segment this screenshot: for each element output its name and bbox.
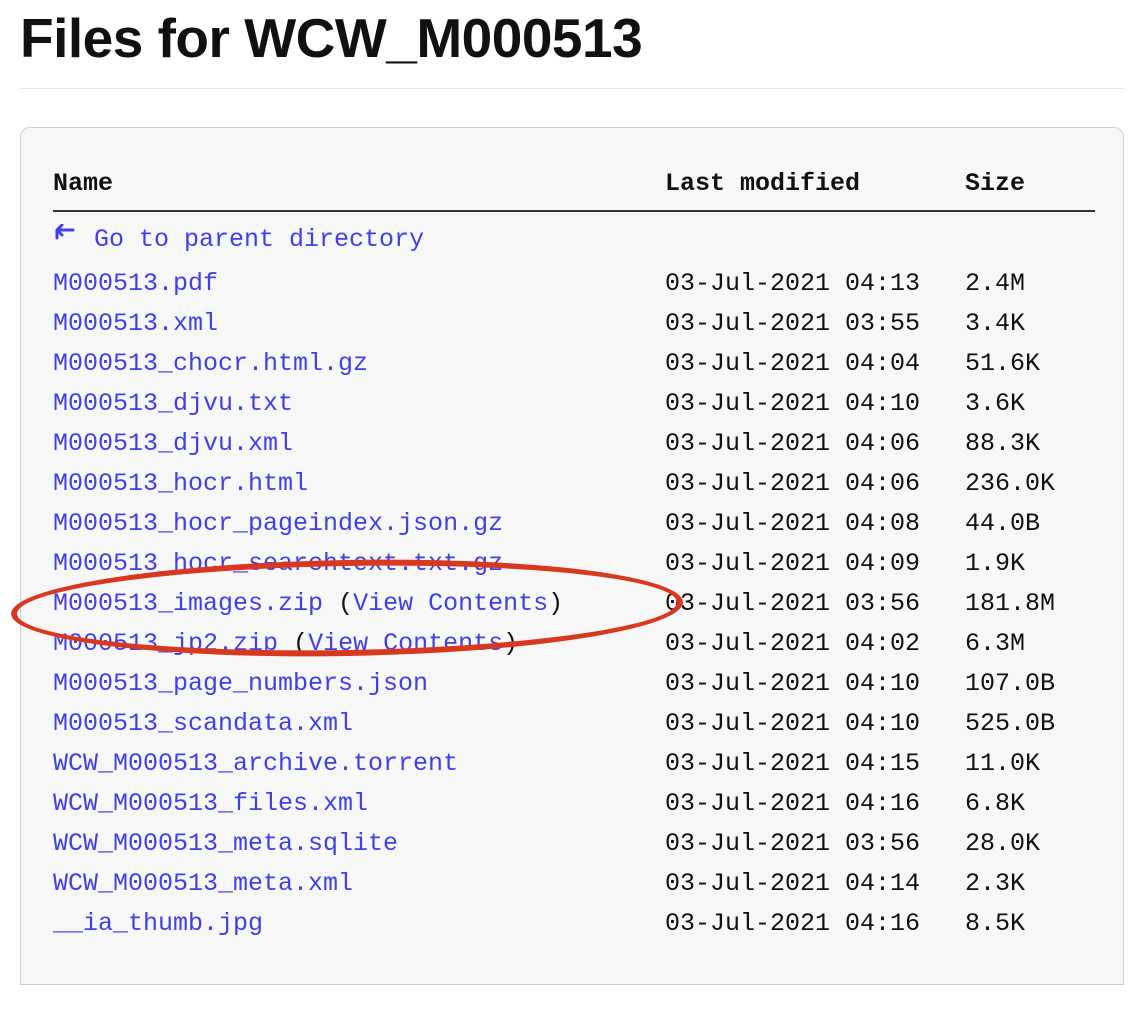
file-link[interactable]: M000513_page_numbers.json	[53, 669, 428, 698]
file-name-cell: WCW_M000513_files.xml	[53, 784, 665, 824]
file-size: 1.9K	[965, 544, 1095, 584]
table-row: WCW_M000513_archive.torrent 03-Jul-2021 0…	[53, 744, 1095, 784]
table-row: WCW_M000513_meta.xml 03-Jul-2021 04:142.3…	[53, 864, 1095, 904]
table-row: M000513_djvu.xml 03-Jul-2021 04:0688.3K	[53, 424, 1095, 464]
file-name-cell: WCW_M000513_meta.sqlite	[53, 824, 665, 864]
file-name-cell: M000513.pdf	[53, 264, 665, 304]
file-link[interactable]: __ia_thumb.jpg	[53, 909, 263, 938]
file-size: 28.0K	[965, 824, 1095, 864]
file-modified: 03-Jul-2021 04:02	[665, 624, 965, 664]
parent-directory-row: Go to parent directory	[53, 220, 1095, 262]
file-link[interactable]: M000513_djvu.xml	[53, 429, 293, 458]
file-modified: 03-Jul-2021 04:06	[665, 424, 965, 464]
file-listing-panel: Name Last modified Size Go to parent dir…	[20, 127, 1124, 985]
file-size: 525.0B	[965, 704, 1095, 744]
file-name-cell: M000513_hocr_pageindex.json.gz	[53, 504, 665, 544]
table-row: M000513_images.zip (View Contents)03-Jul…	[53, 584, 1095, 624]
table-row: M000513_djvu.txt 03-Jul-2021 04:103.6K	[53, 384, 1095, 424]
file-name-cell: M000513_djvu.xml	[53, 424, 665, 464]
file-name-cell: WCW_M000513_meta.xml	[53, 864, 665, 904]
file-name-cell: __ia_thumb.jpg	[53, 904, 665, 944]
file-modified: 03-Jul-2021 04:14	[665, 864, 965, 904]
file-size: 51.6K	[965, 344, 1095, 384]
column-headers: Name Last modified Size	[53, 164, 1095, 218]
file-size: 6.3M	[965, 624, 1095, 664]
file-name-cell: M000513_djvu.txt	[53, 384, 665, 424]
file-name-cell: M000513_jp2.zip (View Contents)	[53, 624, 665, 664]
column-header-modified: Last modified	[665, 164, 965, 210]
file-size: 236.0K	[965, 464, 1095, 504]
file-size: 44.0B	[965, 504, 1095, 544]
file-size: 3.4K	[965, 304, 1095, 344]
file-name-cell: M000513_chocr.html.gz	[53, 344, 665, 384]
table-row: M000513_hocr.html 03-Jul-2021 04:06236.0K	[53, 464, 1095, 504]
file-size: 3.6K	[965, 384, 1095, 424]
table-row: M000513.xml 03-Jul-2021 03:553.4K	[53, 304, 1095, 344]
file-modified: 03-Jul-2021 04:09	[665, 544, 965, 584]
file-size: 11.0K	[965, 744, 1095, 784]
table-row: WCW_M000513_files.xml 03-Jul-2021 04:166.…	[53, 784, 1095, 824]
file-modified: 03-Jul-2021 04:10	[665, 704, 965, 744]
up-arrow-icon	[53, 222, 79, 262]
file-modified: 03-Jul-2021 03:56	[665, 584, 965, 624]
file-listing: Name Last modified Size Go to parent dir…	[53, 164, 1095, 944]
file-name-cell: M000513.xml	[53, 304, 665, 344]
file-size: 8.5K	[965, 904, 1095, 944]
file-name-cell: M000513_hocr_searchtext.txt.gz	[53, 544, 665, 584]
file-modified: 03-Jul-2021 04:16	[665, 904, 965, 944]
file-link[interactable]: WCW_M000513_meta.xml	[53, 869, 353, 898]
file-link[interactable]: M000513_images.zip	[53, 589, 323, 618]
file-link[interactable]: M000513_djvu.txt	[53, 389, 293, 418]
file-modified: 03-Jul-2021 03:55	[665, 304, 965, 344]
file-modified: 03-Jul-2021 04:15	[665, 744, 965, 784]
file-modified: 03-Jul-2021 04:10	[665, 384, 965, 424]
column-header-size: Size	[965, 164, 1095, 210]
file-modified: 03-Jul-2021 04:08	[665, 504, 965, 544]
file-link[interactable]: WCW_M000513_meta.sqlite	[53, 829, 398, 858]
file-link[interactable]: M000513.xml	[53, 309, 218, 338]
file-name-cell: M000513_hocr.html	[53, 464, 665, 504]
file-link[interactable]: M000513_hocr_searchtext.txt.gz	[53, 549, 503, 578]
table-row: M000513_jp2.zip (View Contents)03-Jul-20…	[53, 624, 1095, 664]
file-size: 2.4M	[965, 264, 1095, 304]
file-name-cell: M000513_page_numbers.json	[53, 664, 665, 704]
file-link[interactable]: WCW_M000513_archive.torrent	[53, 749, 458, 778]
file-name-cell: M000513_scandata.xml	[53, 704, 665, 744]
file-modified: 03-Jul-2021 03:56	[665, 824, 965, 864]
file-modified: 03-Jul-2021 04:06	[665, 464, 965, 504]
table-row: M000513_hocr_searchtext.txt.gz 03-Jul-202…	[53, 544, 1095, 584]
file-name-cell: M000513_images.zip (View Contents)	[53, 584, 665, 624]
file-link[interactable]: M000513_jp2.zip	[53, 629, 278, 658]
table-row: M000513_hocr_pageindex.json.gz 03-Jul-202…	[53, 504, 1095, 544]
file-link[interactable]: M000513_scandata.xml	[53, 709, 353, 738]
file-size: 88.3K	[965, 424, 1095, 464]
view-contents-link[interactable]: View Contents	[308, 629, 503, 658]
table-row: M000513_chocr.html.gz 03-Jul-2021 04:0451…	[53, 344, 1095, 384]
file-link[interactable]: M000513.pdf	[53, 269, 218, 298]
view-contents-link[interactable]: View Contents	[353, 589, 548, 618]
table-row: __ia_thumb.jpg 03-Jul-2021 04:168.5K	[53, 904, 1095, 944]
page-title: Files for WCW_M000513	[20, 6, 1124, 70]
file-name-cell: WCW_M000513_archive.torrent	[53, 744, 665, 784]
file-link[interactable]: M000513_hocr_pageindex.json.gz	[53, 509, 503, 538]
column-header-name: Name	[53, 164, 665, 210]
file-size: 107.0B	[965, 664, 1095, 704]
file-link[interactable]: WCW_M000513_files.xml	[53, 789, 368, 818]
table-row: M000513.pdf 03-Jul-2021 04:132.4M	[53, 264, 1095, 304]
file-size: 2.3K	[965, 864, 1095, 904]
file-link[interactable]: M000513_chocr.html.gz	[53, 349, 368, 378]
file-modified: 03-Jul-2021 04:04	[665, 344, 965, 384]
file-modified: 03-Jul-2021 04:10	[665, 664, 965, 704]
file-size: 181.8M	[965, 584, 1095, 624]
file-link[interactable]: M000513_hocr.html	[53, 469, 308, 498]
file-modified: 03-Jul-2021 04:13	[665, 264, 965, 304]
table-row: WCW_M000513_meta.sqlite 03-Jul-2021 03:56…	[53, 824, 1095, 864]
file-modified: 03-Jul-2021 04:16	[665, 784, 965, 824]
table-row: M000513_page_numbers.json 03-Jul-2021 04:…	[53, 664, 1095, 704]
divider	[20, 88, 1124, 89]
file-size: 6.8K	[965, 784, 1095, 824]
parent-directory-link[interactable]: Go to parent directory	[94, 225, 424, 254]
table-row: M000513_scandata.xml 03-Jul-2021 04:10525…	[53, 704, 1095, 744]
